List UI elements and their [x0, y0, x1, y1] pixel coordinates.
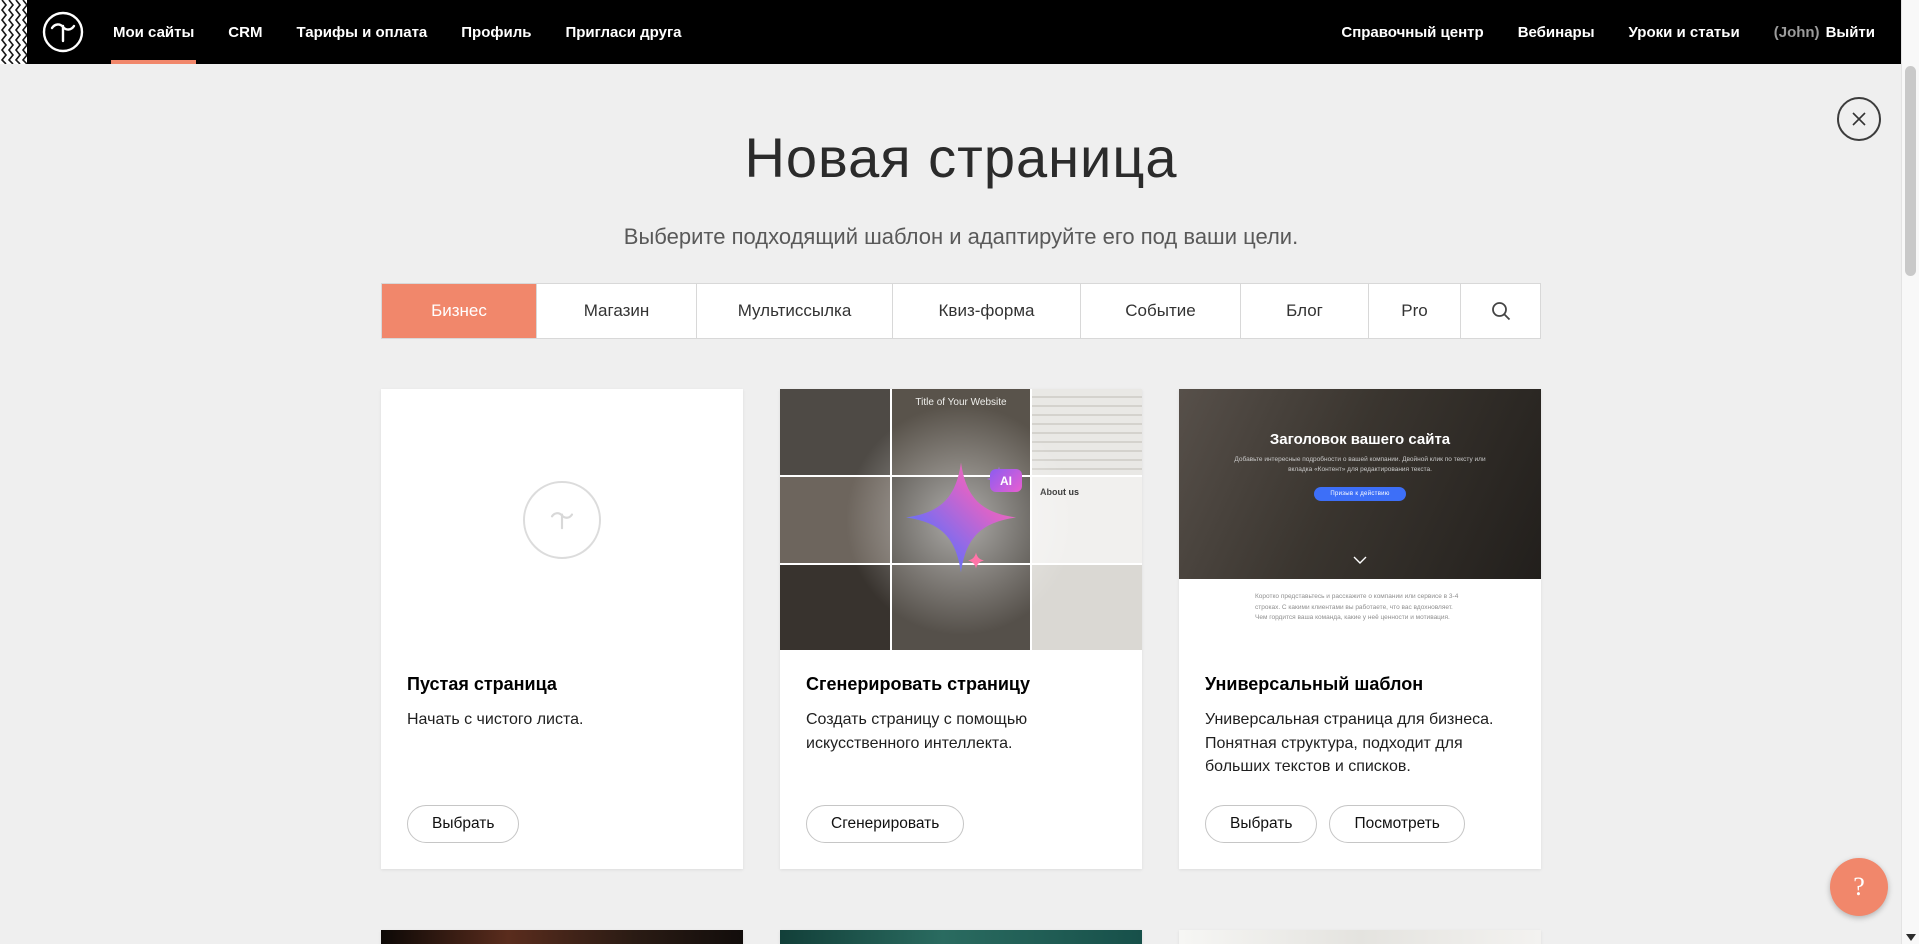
template-body-paragraph: Коротко представьтесь и расскажите о ком… — [1255, 579, 1465, 650]
search-icon — [1490, 300, 1512, 322]
user-name: (John) — [1774, 24, 1820, 41]
new-page-dialog: Новая страница Выберите подходящий шабло… — [381, 0, 1541, 944]
close-button[interactable] — [1837, 97, 1881, 141]
tab-event[interactable]: Событие — [1080, 284, 1240, 338]
scrollbar[interactable] — [1901, 0, 1919, 944]
scrollbar-thumb[interactable] — [1905, 66, 1916, 276]
card-body: Сгенерировать страницу Создать страницу … — [780, 650, 1142, 869]
blank-page-preview[interactable] — [381, 389, 743, 650]
tab-business[interactable]: Бизнес — [382, 284, 536, 338]
template-preview-image[interactable] — [1179, 930, 1541, 944]
logout-link[interactable]: Выйти — [1826, 24, 1875, 41]
page-title: Новая страница — [381, 126, 1541, 190]
template-preview-image[interactable] — [780, 930, 1142, 944]
tilda-logo[interactable] — [41, 10, 85, 54]
card-actions: Выбрать Посмотреть — [1205, 805, 1515, 843]
choose-blank-button[interactable]: Выбрать — [407, 805, 519, 843]
template-hero-heading: Заголовок вашего сайта — [1270, 431, 1450, 448]
scrollbar-down-arrow[interactable] — [1906, 934, 1916, 941]
tab-multilink[interactable]: Мультиссылка — [696, 284, 892, 338]
universal-template-preview[interactable]: Заголовок вашего сайта Добавьте интересн… — [1179, 389, 1541, 650]
card-title: Сгенерировать страницу — [806, 674, 1116, 695]
card-actions: Выбрать — [407, 805, 717, 843]
choose-template-button[interactable]: Выбрать — [1205, 805, 1317, 843]
template-cta-button: Призыв к действию — [1314, 487, 1405, 501]
template-hero-section: Заголовок вашего сайта Добавьте интересн… — [1179, 389, 1541, 579]
view-template-button[interactable]: Посмотреть — [1329, 805, 1464, 843]
template-hero-subtext: Добавьте интересные подробности о вашей … — [1230, 455, 1491, 475]
user-block: (John) Выйти — [1774, 24, 1875, 41]
template-category-tabs: Бизнес Магазин Мультиссылка Квиз-форма С… — [381, 283, 1541, 339]
template-card-blank: Пустая страница Начать с чистого листа. … — [381, 389, 743, 869]
template-card-partial — [1179, 930, 1541, 944]
tab-pro[interactable]: Pro — [1368, 284, 1460, 338]
template-card-universal: Заголовок вашего сайта Добавьте интересн… — [1179, 389, 1541, 869]
template-card-partial — [780, 930, 1142, 944]
ai-generate-preview[interactable]: Title of Your Website About us — [780, 389, 1142, 650]
chevron-down-icon — [1353, 551, 1367, 569]
template-card-ai-generate: Title of Your Website About us — [780, 389, 1142, 869]
template-preview-image[interactable] — [381, 930, 743, 944]
tilda-watermark-icon — [523, 481, 601, 559]
tab-search[interactable] — [1460, 284, 1540, 338]
close-icon — [1850, 110, 1868, 128]
card-title: Универсальный шаблон — [1205, 674, 1515, 695]
page-subtitle: Выберите подходящий шаблон и адаптируйте… — [381, 224, 1541, 250]
tab-blog[interactable]: Блог — [1240, 284, 1368, 338]
card-actions: Сгенерировать — [806, 805, 1116, 843]
template-card-partial — [381, 930, 743, 944]
template-cards-row-1: Пустая страница Начать с чистого листа. … — [381, 389, 1541, 869]
nav-crm[interactable]: CRM — [228, 0, 262, 64]
zigzag-icon — [0, 0, 27, 64]
card-description: Создать страницу с помощью искусственног… — [806, 708, 1116, 754]
template-cards-row-2 — [381, 930, 1541, 944]
card-title: Пустая страница — [407, 674, 717, 695]
card-body: Универсальный шаблон Универсальная стран… — [1179, 650, 1541, 869]
card-body: Пустая страница Начать с чистого листа. … — [381, 650, 743, 869]
nav-lessons-articles[interactable]: Уроки и статьи — [1629, 0, 1740, 64]
tab-quiz-form[interactable]: Квиз-форма — [892, 284, 1080, 338]
help-button[interactable]: ? — [1830, 858, 1888, 916]
ai-badge: AI — [990, 469, 1022, 492]
card-description: Универсальная страница для бизнеса. Поня… — [1205, 708, 1515, 778]
zigzag-pattern-decoration — [0, 0, 27, 64]
card-description: Начать с чистого листа. — [407, 708, 717, 731]
tab-shop[interactable]: Магазин — [536, 284, 696, 338]
nav-my-sites[interactable]: Мои сайты — [113, 0, 194, 64]
generate-button[interactable]: Сгенерировать — [806, 805, 964, 843]
tilda-logo-icon — [41, 10, 85, 54]
